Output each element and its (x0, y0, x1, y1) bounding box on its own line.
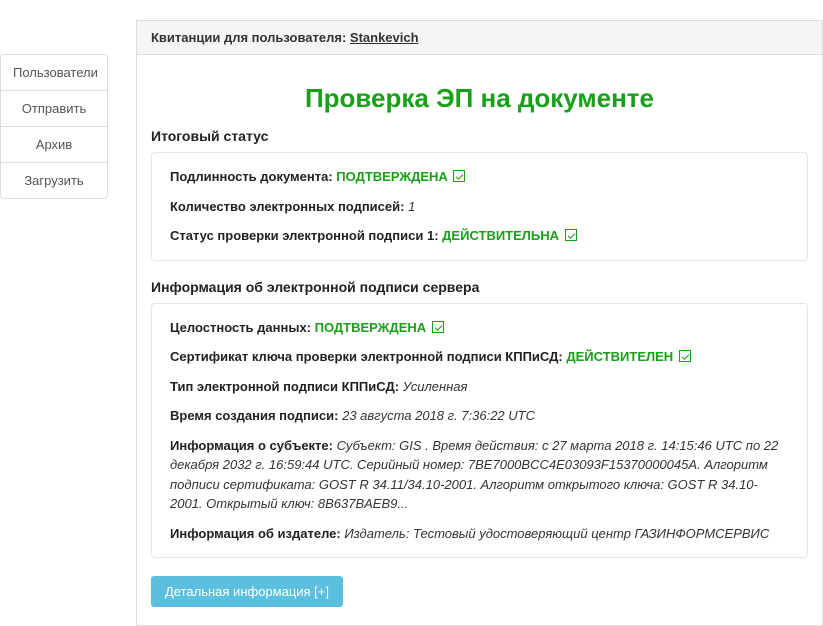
doc-authenticity-status: ПОДТВЕРЖДЕНА (336, 169, 448, 184)
sidebar-item-users[interactable]: Пользователи (1, 55, 107, 91)
detail-info-button[interactable]: Детальная информация [+] (151, 576, 343, 607)
panel-summary: Подлинность документа: ПОДТВЕРЖДЕНА Коли… (151, 152, 808, 261)
data-integrity-status: ПОДТВЕРЖДЕНА (315, 320, 427, 335)
issuer-info-label: Информация об издателе: (170, 526, 341, 541)
signature1-status-label: Статус проверки электронной подписи 1: (170, 228, 439, 243)
subject-info-label: Информация о субъекте: (170, 438, 333, 453)
signature-time-value: 23 августа 2018 г. 7:36:22 UTC (342, 408, 535, 423)
check-icon (432, 321, 444, 333)
section2-heading: Информация об электронной подписи сервер… (151, 279, 808, 295)
sidebar-nav: Пользователи Отправить Архив Загрузить (0, 54, 108, 199)
signature-type-label: Тип электронной подписи КППиСД: (170, 379, 399, 394)
cert-key-status: ДЕЙСТВИТЕЛЕН (566, 349, 673, 364)
signature-type-value: Усиленная (403, 379, 468, 394)
check-icon (453, 170, 465, 182)
check-icon (565, 229, 577, 241)
doc-authenticity-label: Подлинность документа: (170, 169, 333, 184)
sidebar-item-archive[interactable]: Архив (1, 127, 107, 163)
issuer-info-value: Издатель: Тестовый удостоверяющий центр … (344, 526, 769, 541)
data-integrity-label: Целостность данных: (170, 320, 311, 335)
check-icon (679, 350, 691, 362)
signature1-status-value: ДЕЙСТВИТЕЛЬНА (442, 228, 559, 243)
header-bar: Квитанции для пользователя: Stankevich (137, 20, 822, 55)
sidebar-item-upload[interactable]: Загрузить (1, 163, 107, 198)
header-user-link[interactable]: Stankevich (350, 30, 419, 45)
cert-key-label: Сертификат ключа проверки электронной по… (170, 349, 563, 364)
sidebar-item-send[interactable]: Отправить (1, 91, 107, 127)
panel-server-signature: Целостность данных: ПОДТВЕРЖДЕНА Сертифи… (151, 303, 808, 559)
section1-heading: Итоговый статус (151, 128, 808, 144)
signature-count-value: 1 (408, 199, 415, 214)
page-title: Проверка ЭП на документе (151, 83, 808, 114)
signature-count-label: Количество электронных подписей: (170, 199, 404, 214)
signature-time-label: Время создания подписи: (170, 408, 338, 423)
header-prefix: Квитанции для пользователя: (151, 30, 346, 45)
